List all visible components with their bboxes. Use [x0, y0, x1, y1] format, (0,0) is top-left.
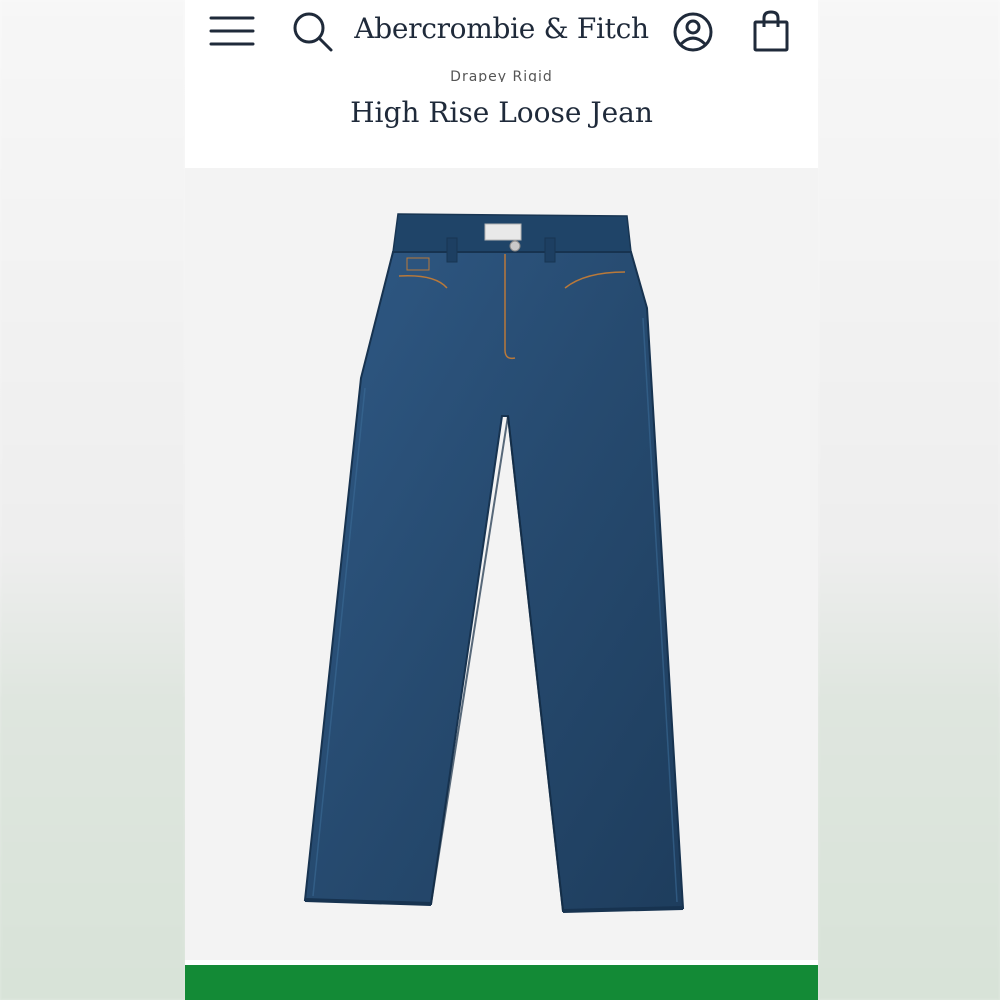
brand-logo[interactable]: Abercrombie & Fitch [185, 12, 818, 45]
shopping-bag-icon [753, 10, 789, 52]
product-title: High Rise Loose Jean [350, 96, 653, 129]
account-icon [673, 12, 713, 52]
jeans-illustration [303, 213, 685, 913]
product-category-label: Drapey Rigid [450, 69, 553, 82]
shopping-bag-button[interactable] [747, 8, 795, 56]
right-blur-background [818, 0, 1000, 1000]
top-navigation-bar: Abercrombie & Fitch [185, 0, 818, 68]
account-button[interactable] [669, 8, 717, 56]
left-blur-background [0, 0, 185, 1000]
phone-screen: Abercrombie & Fitch Drapey Rigid High Ri… [185, 0, 818, 1000]
product-image[interactable] [185, 168, 818, 960]
add-to-bag-bar[interactable] [185, 965, 818, 1000]
